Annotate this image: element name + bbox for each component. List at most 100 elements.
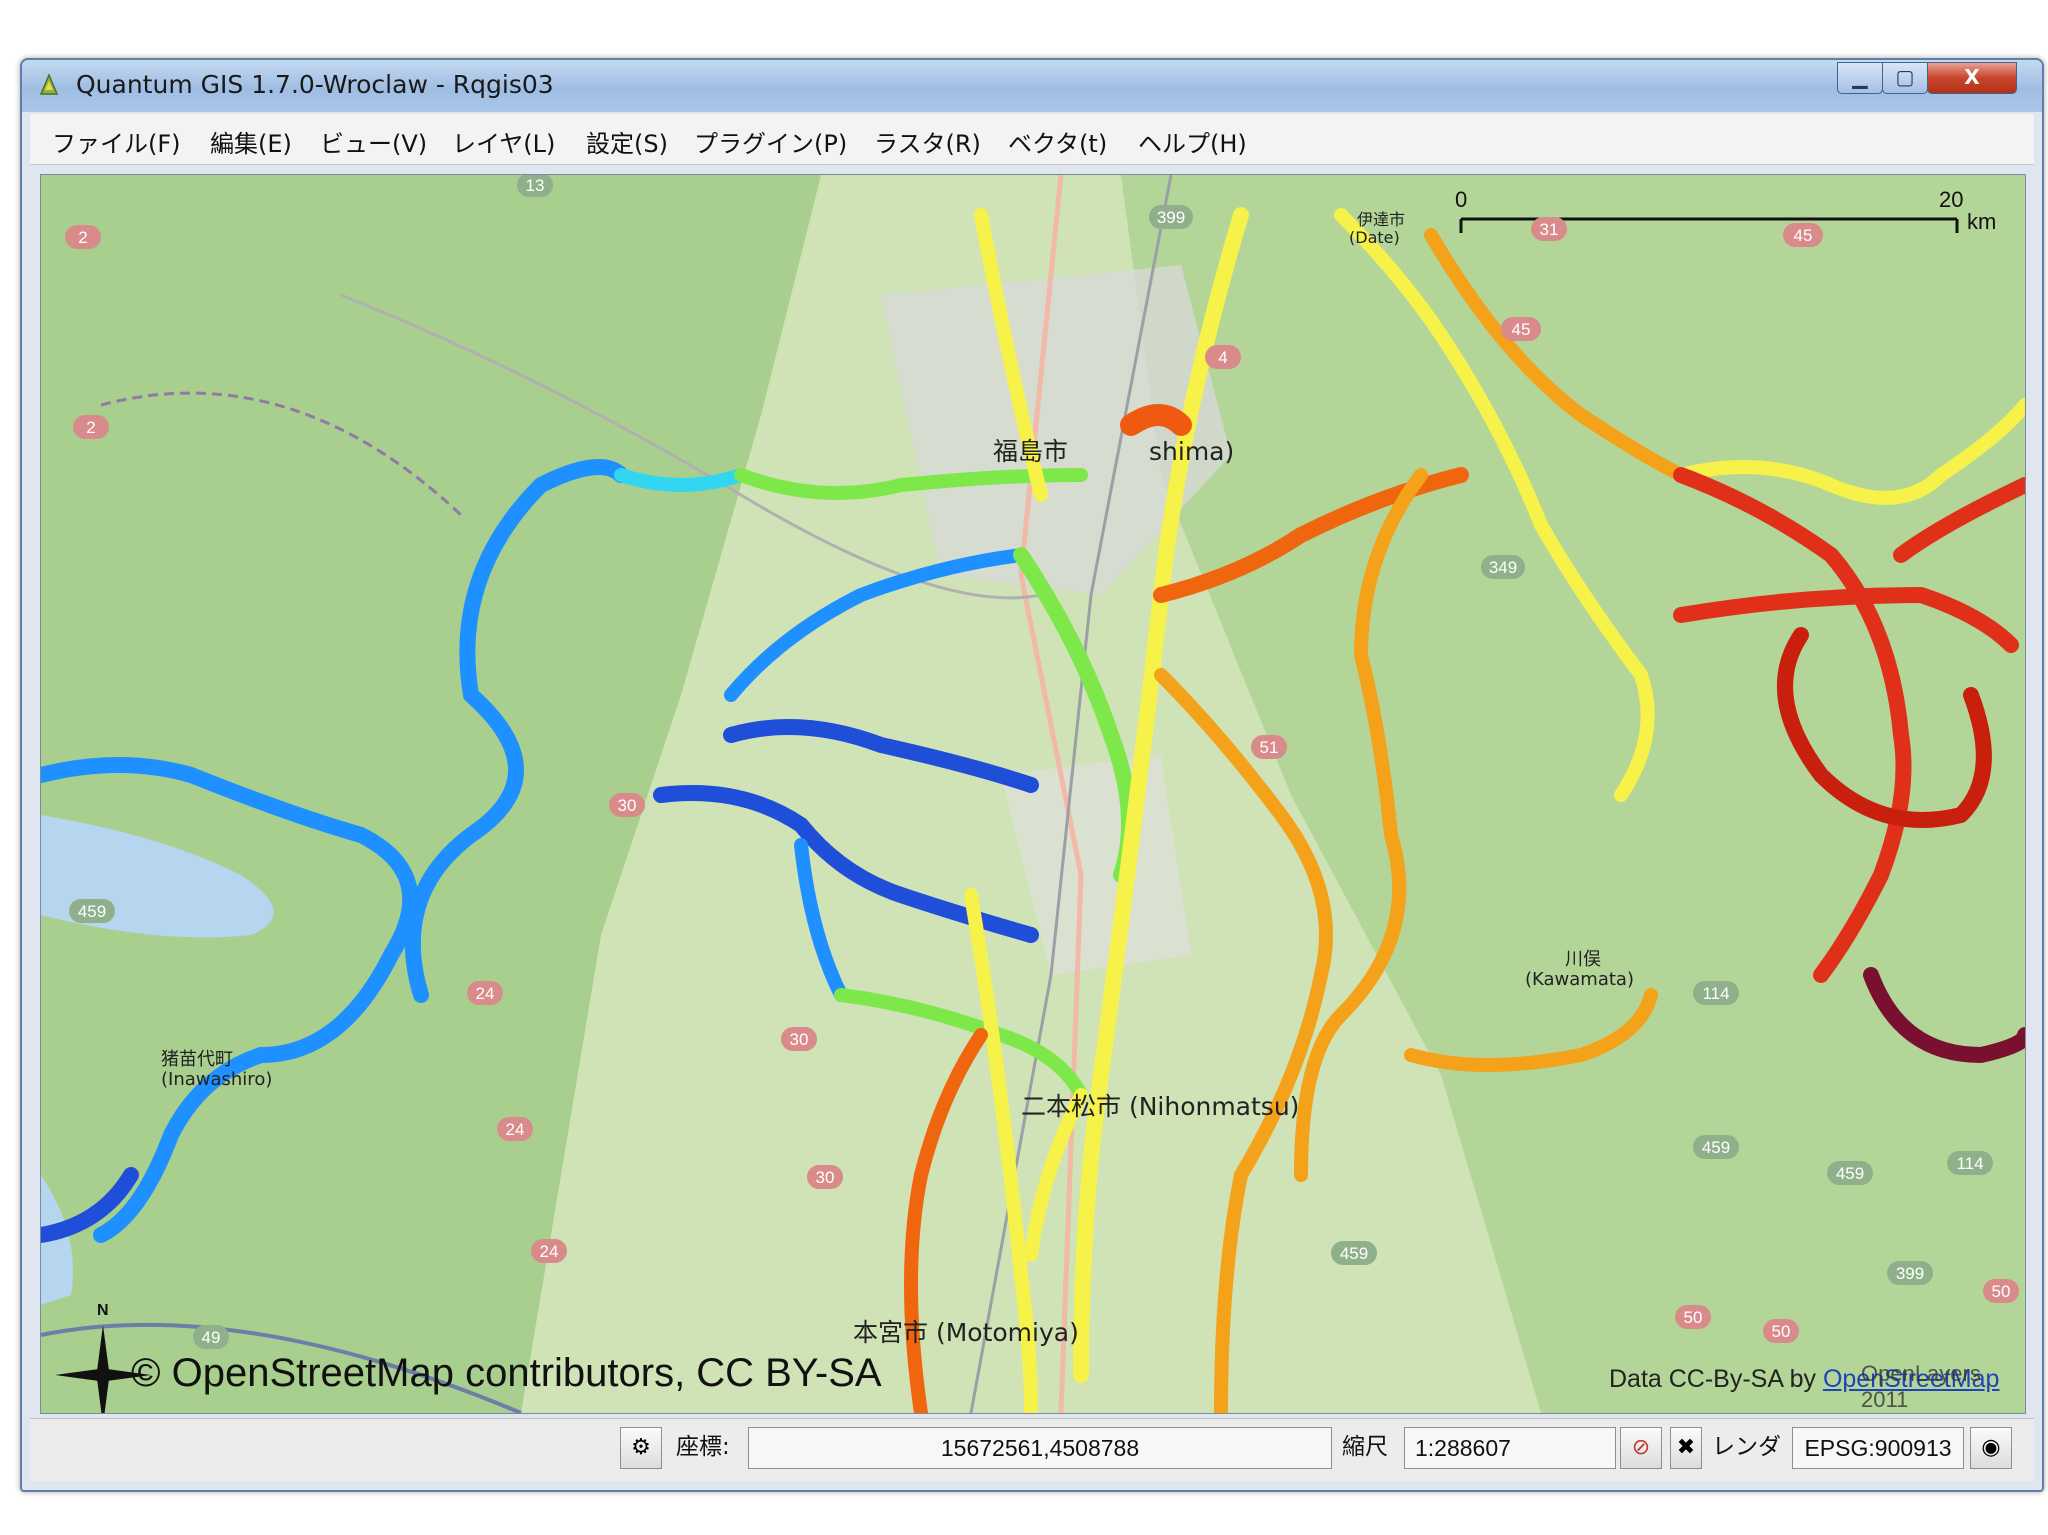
svg-text:459: 459 xyxy=(1340,1244,1368,1263)
svg-text:50: 50 xyxy=(1992,1282,2011,1301)
scale-field[interactable]: 1:288607 xyxy=(1404,1427,1616,1469)
svg-text:30: 30 xyxy=(816,1168,835,1187)
minimize-button[interactable]: ▁ xyxy=(1837,62,1883,94)
menu-layer[interactable]: レイヤ(L) xyxy=(452,124,555,159)
svg-text:114: 114 xyxy=(1702,984,1729,1003)
shield-2a: 2 xyxy=(65,225,101,249)
window-title: Quantum GIS 1.7.0-Wroclaw - Rqgis03 xyxy=(76,70,554,99)
svg-text:24: 24 xyxy=(476,984,495,1003)
title-bar[interactable]: Quantum GIS 1.7.0-Wroclaw - Rqgis03 ▁ ▢ … xyxy=(22,60,2042,112)
svg-text:24: 24 xyxy=(540,1242,559,1261)
shield-114b: 114 xyxy=(1947,1151,1993,1175)
shield-51: 51 xyxy=(1251,735,1287,759)
render-label: レンダ xyxy=(1712,1434,1781,1460)
close-button[interactable]: X xyxy=(1927,62,2017,94)
map-layers: 0 20 km 福島市 shima) 二本松市 (Nihonmatsu) 本宮市… xyxy=(41,175,2025,1413)
shield-24a: 24 xyxy=(467,981,503,1005)
shield-4: 4 xyxy=(1205,345,1241,369)
shield-399b: 399 xyxy=(1887,1261,1933,1285)
place-label-nihonmatsu: 二本松市 (Nihonmatsu) xyxy=(1021,1092,1299,1121)
toggle-extents-icon[interactable]: ⚙ xyxy=(620,1427,662,1469)
openlayers-version: OpenLayers 2011 xyxy=(1861,1361,1981,1412)
menu-settings[interactable]: 設定(S) xyxy=(586,124,668,159)
menu-bar: ファイル(F) 編集(E) ビュー(V) レイヤ(L) 設定(S) プラグイン(… xyxy=(30,114,2034,165)
stop-render-icon[interactable]: ⊘ xyxy=(1620,1427,1662,1469)
shield-459b: 459 xyxy=(1693,1135,1739,1159)
shield-50a: 50 xyxy=(1675,1305,1711,1329)
svg-text:459: 459 xyxy=(78,902,106,921)
shield-2b: 2 xyxy=(73,415,109,439)
svg-text:2: 2 xyxy=(86,418,95,437)
shield-30b: 30 xyxy=(781,1027,817,1051)
scale-label: 縮尺 xyxy=(1342,1434,1388,1460)
place-label-kawamata-latin: (Kawamata) xyxy=(1525,969,1634,990)
menu-help[interactable]: ヘルプ(H) xyxy=(1138,124,1247,159)
menu-file[interactable]: ファイル(F) xyxy=(52,124,181,159)
shield-459a: 459 xyxy=(69,899,115,923)
map-canvas[interactable]: 0 20 km 福島市 shima) 二本松市 (Nihonmatsu) 本宮市… xyxy=(40,174,2026,1414)
svg-text:349: 349 xyxy=(1489,558,1517,577)
shield-349: 349 xyxy=(1481,555,1525,579)
place-label-inawashiro-latin: (Inawashiro) xyxy=(161,1069,272,1090)
svg-text:30: 30 xyxy=(618,796,637,815)
render-checkbox[interactable]: ✖ xyxy=(1670,1427,1702,1469)
svg-text:45: 45 xyxy=(1512,320,1531,339)
scale-unit-label: km xyxy=(1967,209,1996,234)
place-label-inawashiro: 猪苗代町 xyxy=(161,1049,233,1070)
place-label-date: 伊達市 xyxy=(1357,210,1405,229)
shield-45b: 45 xyxy=(1501,317,1541,341)
svg-text:31: 31 xyxy=(1540,220,1559,239)
svg-text:459: 459 xyxy=(1836,1164,1864,1183)
shield-50c: 50 xyxy=(1983,1279,2019,1303)
place-label-date-latin: (Date) xyxy=(1349,228,1400,247)
svg-text:30: 30 xyxy=(790,1030,809,1049)
svg-text:2: 2 xyxy=(78,228,87,247)
shield-459c: 459 xyxy=(1331,1241,1377,1265)
svg-text:399: 399 xyxy=(1896,1264,1924,1283)
shield-24b: 24 xyxy=(497,1117,533,1141)
svg-text:50: 50 xyxy=(1684,1308,1703,1327)
svg-text:4: 4 xyxy=(1218,348,1227,367)
shield-399: 399 xyxy=(1149,205,1193,229)
place-label-motomiya: 本宮市 (Motomiya) xyxy=(853,1318,1079,1347)
data-attribution-prefix: Data CC-By-SA by xyxy=(1609,1365,1823,1393)
menu-plugins[interactable]: プラグイン(P) xyxy=(694,124,847,159)
crs-status[interactable]: EPSG:900913 xyxy=(1792,1427,1964,1469)
projection-globe-icon[interactable]: ◉ xyxy=(1970,1427,2012,1469)
shield-30a: 30 xyxy=(609,793,645,817)
shield-50b: 50 xyxy=(1763,1319,1799,1343)
scale-end-label: 20 xyxy=(1939,187,1963,212)
osm-attribution: © OpenStreetMap contributors, CC BY-SA xyxy=(131,1351,882,1395)
svg-text:50: 50 xyxy=(1772,1322,1791,1341)
shield-49: 49 xyxy=(193,1325,229,1349)
svg-text:N: N xyxy=(97,1302,109,1319)
place-label-fukushima: 福島市 xyxy=(993,437,1068,466)
track-hotspot-fukushima xyxy=(1120,404,1192,436)
place-label-fukushima-latin: shima) xyxy=(1149,437,1234,466)
svg-text:49: 49 xyxy=(202,1328,221,1347)
place-label-kawamata: 川俣 xyxy=(1565,949,1601,970)
shield-459d: 459 xyxy=(1827,1161,1873,1185)
coordinate-label: 座標: xyxy=(676,1434,730,1460)
svg-text:51: 51 xyxy=(1260,738,1279,757)
svg-text:114: 114 xyxy=(1956,1154,1983,1173)
svg-text:399: 399 xyxy=(1157,208,1185,227)
shield-24c: 24 xyxy=(531,1239,567,1263)
status-bar: ⚙ 座標: 15672561,4508788 縮尺 1:288607 ⊘ ✖ レ… xyxy=(30,1418,2034,1481)
menu-raster[interactable]: ラスタ(R) xyxy=(874,124,981,159)
menu-vector[interactable]: ベクタ(t) xyxy=(1008,124,1107,159)
svg-text:24: 24 xyxy=(506,1120,525,1139)
menu-view[interactable]: ビュー(V) xyxy=(320,124,427,159)
coordinate-field[interactable]: 15672561,4508788 xyxy=(748,1427,1332,1469)
svg-text:459: 459 xyxy=(1702,1138,1730,1157)
shield-31: 31 xyxy=(1531,217,1567,241)
qgis-app-icon xyxy=(39,73,59,95)
maximize-button[interactable]: ▢ xyxy=(1882,62,1928,94)
shield-30c: 30 xyxy=(807,1165,843,1189)
shield-114: 114 xyxy=(1693,981,1739,1005)
qgis-window: Quantum GIS 1.7.0-Wroclaw - Rqgis03 ▁ ▢ … xyxy=(20,58,2044,1492)
scale-start-label: 0 xyxy=(1455,187,1467,212)
menu-edit[interactable]: 編集(E) xyxy=(210,124,292,159)
svg-text:45: 45 xyxy=(1794,226,1813,245)
shield-13: 13 xyxy=(517,175,553,197)
